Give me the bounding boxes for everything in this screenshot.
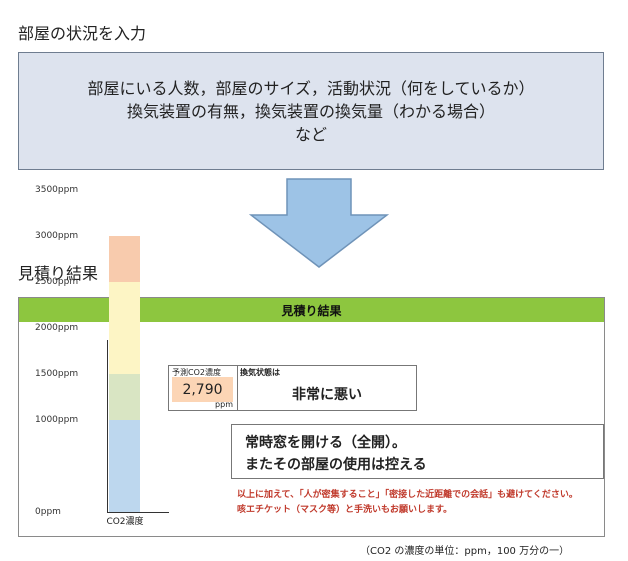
x-axis-line (107, 512, 169, 513)
down-arrow-icon (249, 178, 389, 268)
y-tick-label: 1500ppm (35, 369, 79, 379)
input-description-box: 部屋にいる人数，部屋のサイズ，活動状況（何をしているか） 換気装置の有無，換気装… (18, 52, 604, 170)
y-tick-label: 3500ppm (35, 185, 79, 195)
y-axis-line (107, 340, 108, 512)
result-panel: 見積り結果 3500ppm 3000ppm 2500ppm 2000ppm 1500pp… (18, 185, 605, 537)
predicted-co2-unit: ppm (215, 400, 233, 409)
y-tick-label: 2500ppm (35, 277, 79, 287)
x-tick-label: CO2濃度 (106, 517, 144, 527)
input-line: 換気装置の有無，換気装置の換気量（わかる場合） (126, 101, 495, 121)
advice-line: 常時窓を開ける（全開）。 (245, 435, 406, 451)
unit-footnote: （CO2 の濃度の単位：ppm，100 万分の一） (360, 546, 570, 557)
advice-box: 常時窓を開ける（全開）。 またその部屋の使用は控える (231, 424, 604, 479)
input-section-heading: 部屋の状況を入力 (18, 24, 147, 43)
input-line: 部屋にいる人数，部屋のサイズ，活動状況（何をしているか） (87, 78, 535, 98)
y-tick-label: 3000ppm (35, 231, 79, 241)
y-tick-label: 0ppm (35, 507, 61, 517)
warning-note: 以上に加えて、「人が密集すること」「密接した近距離での会話」も避けてください。 (237, 490, 578, 500)
input-line: など (294, 124, 327, 144)
predicted-co2-value: 2,790 (172, 377, 233, 402)
ventilation-status-box: 換気状態は 非常に悪い (237, 365, 417, 411)
panel-title: 見積り結果 (19, 298, 604, 322)
advice-line: またその部屋の使用は控える (245, 457, 427, 473)
predicted-co2-box: 予測CO2濃度 2,790 ppm (168, 365, 238, 411)
ventilation-status-value: 非常に悪い (292, 387, 362, 403)
y-tick-label: 2000ppm (35, 323, 79, 333)
ventilation-status-label: 換気状態は (240, 368, 280, 377)
bar-segment (109, 236, 140, 282)
bar-segment (109, 282, 140, 374)
warning-note: 咳エチケット（マスク等）と手洗いもお願いします。 (237, 505, 453, 515)
bar-segment (109, 420, 140, 512)
bar-segment (109, 374, 140, 420)
y-tick-label: 1000ppm (35, 415, 79, 425)
